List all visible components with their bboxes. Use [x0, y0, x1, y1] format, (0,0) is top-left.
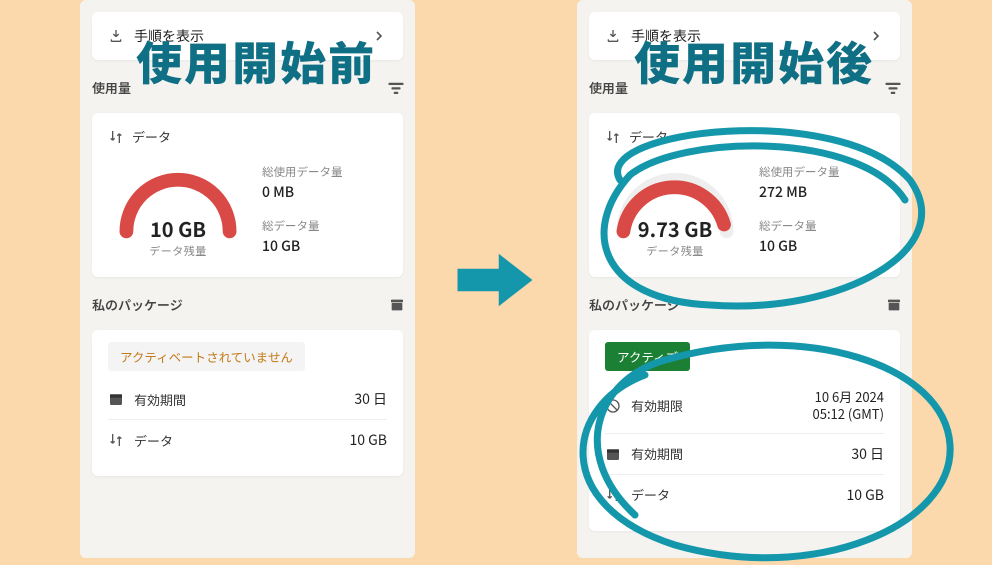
usage-card: データ 9.73 GB データ残量 総使用データ量 272 MB 総データ量 1… [589, 113, 900, 277]
package-card: アクティブ 有効期限 10 6月 2024 05:12 (GMT) 有効期間 3… [589, 330, 900, 531]
total-data-value: 10 GB [262, 236, 387, 256]
data-arrows-icon [605, 129, 621, 145]
total-data-value: 10 GB [759, 236, 884, 256]
my-package-title: 私のパッケージ [577, 283, 912, 318]
calendar-icon [605, 446, 621, 462]
total-data-label: 総データ量 [262, 218, 387, 234]
annotation-after-title: 使用開始後 [634, 28, 874, 94]
status-badge: アクティベートされていません [108, 342, 305, 371]
remaining-label: データ残量 [605, 243, 745, 259]
expires-value: 10 6月 2024 05:12 (GMT) [813, 389, 884, 423]
data-gauge: 9.73 GB データ残量 [605, 154, 745, 259]
arrow-icon [455, 250, 535, 310]
validity-row: 有効期間 30 日 [605, 434, 884, 474]
download-icon [108, 28, 124, 44]
calendar-icon [108, 391, 124, 407]
download-icon [605, 28, 621, 44]
pkg-data-label: データ [631, 485, 670, 504]
pkg-data-row: データ 10 GB [108, 420, 387, 460]
total-used-label: 総使用データ量 [262, 164, 387, 180]
archive-icon[interactable] [389, 297, 405, 313]
data-arrows-icon [108, 432, 124, 448]
total-used-label: 総使用データ量 [759, 164, 884, 180]
filter-icon[interactable] [884, 82, 902, 94]
pkg-data-label: データ [134, 431, 173, 450]
annotation-before-title: 使用開始前 [136, 28, 376, 94]
usage-card: データ 10 GB データ残量 総使用データ量 0 MB 総データ量 10 GB [92, 113, 403, 277]
data-gauge: 10 GB データ残量 [108, 154, 248, 259]
pkg-data-row: データ 10 GB [605, 475, 884, 515]
filter-icon[interactable] [387, 82, 405, 94]
validity-label: 有効期間 [134, 390, 186, 409]
expires-row: 有効期限 10 6月 2024 05:12 (GMT) [605, 379, 884, 433]
total-used-value: 0 MB [262, 182, 387, 202]
expires-label: 有効期限 [631, 396, 683, 415]
data-label: データ [132, 127, 171, 146]
total-used-value: 272 MB [759, 182, 884, 202]
archive-icon[interactable] [886, 297, 902, 313]
package-card: アクティベートされていません 有効期間 30 日 データ 10 GB [92, 330, 403, 476]
data-arrows-icon [108, 129, 124, 145]
pkg-data-value: 10 GB [846, 485, 884, 505]
validity-value: 30 日 [851, 444, 884, 464]
data-arrows-icon [605, 487, 621, 503]
remaining-label: データ残量 [108, 243, 248, 259]
my-package-title: 私のパッケージ [80, 283, 415, 318]
validity-value: 30 日 [354, 389, 387, 409]
validity-label: 有効期間 [631, 444, 683, 463]
validity-row: 有効期間 30 日 [108, 379, 387, 419]
pkg-data-value: 10 GB [349, 430, 387, 450]
status-badge: アクティブ [605, 342, 690, 371]
prohibit-icon [605, 398, 621, 414]
total-data-label: 総データ量 [759, 218, 884, 234]
data-label: データ [629, 127, 668, 146]
